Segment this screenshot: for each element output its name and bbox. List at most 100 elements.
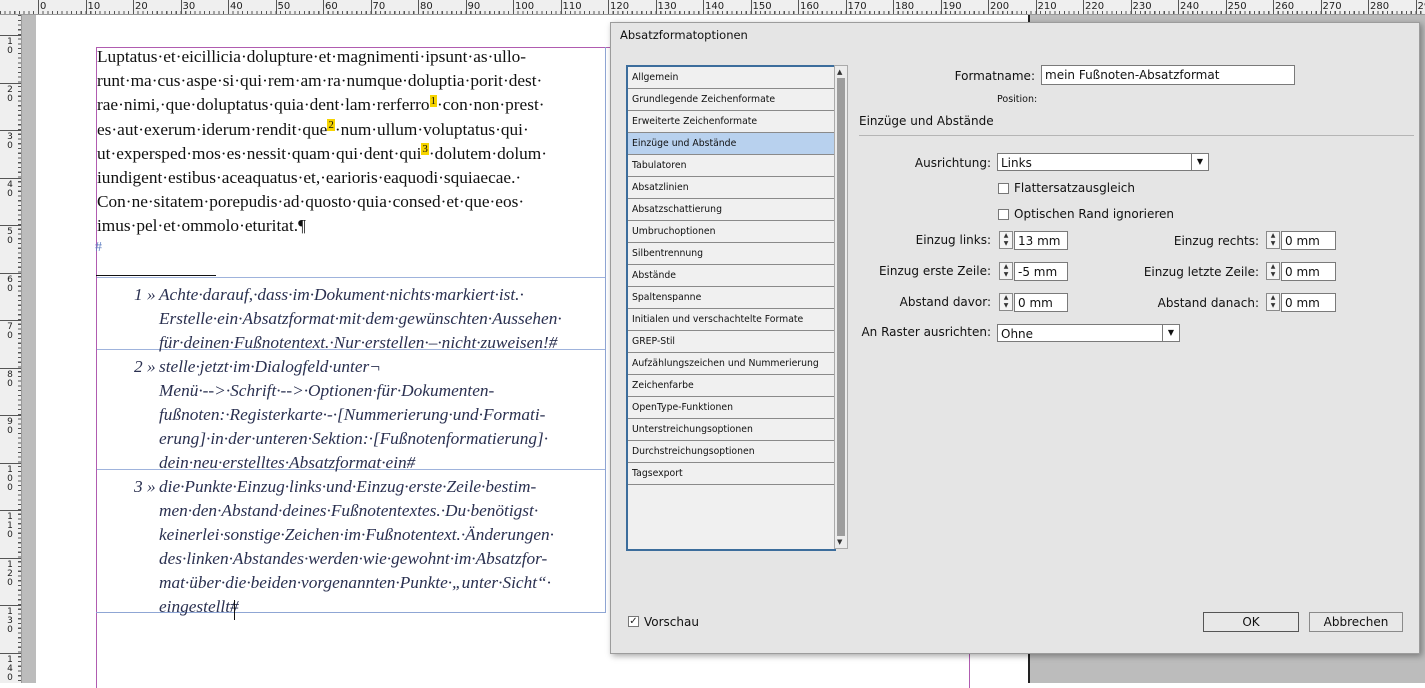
category-item[interactable]: Abstände: [628, 265, 836, 287]
footnote[interactable]: 2 »stelle·jetzt·im·Dialogfeld·unter¬Menü…: [97, 355, 607, 475]
footnote-line: fußnoten:·Registerkarte·-·[Nummerierung·…: [159, 403, 607, 427]
ruler-label: 290: [1418, 1, 1425, 12]
pasteboard-left: [22, 15, 36, 683]
ruler-major-tick: [0, 463, 21, 464]
ausrichtung-select[interactable]: Links▼: [997, 153, 1209, 171]
einzug-erste-label: Einzug erste Zeile:: [879, 264, 991, 278]
category-item[interactable]: Spaltenspanne: [628, 287, 836, 309]
ruler-label: 70: [373, 1, 386, 12]
einzug-letzte-spinner[interactable]: ▲▼: [1266, 262, 1280, 280]
ruler-major-tick: [0, 605, 21, 606]
category-item[interactable]: Initialen und verschachtelte Formate: [628, 309, 836, 331]
footnote-line: für·deinen·Fußnotentext.·Nur·erstellen·–…: [159, 331, 607, 355]
abstand-davor-input[interactable]: 0 mm: [1014, 293, 1068, 312]
ruler-major-tick: [133, 0, 134, 14]
einzug-letzte-input[interactable]: 0 mm: [1281, 262, 1336, 281]
ruler-label: 170: [848, 1, 867, 12]
ruler-label: 220: [1085, 1, 1104, 12]
einzug-erste-input[interactable]: -5 mm: [1014, 262, 1068, 281]
ruler-major-tick: [86, 0, 87, 14]
category-item[interactable]: Zeichenfarbe: [628, 375, 836, 397]
abstand-danach-spinner[interactable]: ▲▼: [1266, 293, 1280, 311]
footnote-number: 3 »: [134, 475, 156, 499]
category-item[interactable]: GREP-Stil: [628, 331, 836, 353]
footnote[interactable]: 3 »die·Punkte·Einzug·links·und·Einzug·er…: [97, 475, 607, 619]
category-item[interactable]: Silbentrennung: [628, 243, 836, 265]
ruler-label: 80: [420, 1, 433, 12]
cancel-button[interactable]: Abbrechen: [1309, 612, 1403, 632]
body-line: runt·ma·cus·aspe·si·qui·rem·am·ra·numque…: [97, 69, 607, 93]
category-item[interactable]: Tabulatoren: [628, 155, 836, 177]
ruler-major-tick: [323, 0, 324, 14]
category-list[interactable]: AllgemeinGrundlegende ZeichenformateErwe…: [626, 65, 836, 551]
abstand-danach-input[interactable]: 0 mm: [1281, 293, 1336, 312]
category-item[interactable]: Allgemein: [628, 67, 836, 89]
ruler-major-tick: [0, 83, 21, 84]
ruler-label: 50: [6, 228, 14, 246]
ok-button[interactable]: OK: [1203, 612, 1299, 632]
ruler-major-tick: [418, 0, 419, 14]
category-item[interactable]: Aufzählungszeichen und Nummerierung: [628, 353, 836, 375]
footnote[interactable]: 1 »Achte·darauf,·dass·im·Dokument·nichts…: [97, 283, 607, 355]
ruler-major-tick: [0, 273, 21, 274]
raster-select[interactable]: Ohne▼: [997, 324, 1180, 342]
ruler-label: 40: [6, 181, 14, 199]
category-item[interactable]: OpenType-Funktionen: [628, 397, 836, 419]
einzug-links-spinner[interactable]: ▲▼: [999, 231, 1013, 249]
category-item[interactable]: Absatzlinien: [628, 177, 836, 199]
category-item[interactable]: Durchstreichungsoptionen: [628, 441, 836, 463]
ruler-major-tick: [1273, 0, 1274, 14]
footnote-marker[interactable]: 2: [327, 119, 335, 131]
flattersatz-label: Flattersatzausgleich: [1014, 181, 1135, 195]
ruler-label: 130: [658, 1, 677, 12]
category-item[interactable]: Tagsexport: [628, 463, 836, 485]
ruler-major-tick: [181, 0, 182, 14]
ruler-label: 180: [895, 1, 914, 12]
category-scrollbar[interactable]: ▲ ▼: [834, 65, 848, 549]
ruler-label: 150: [753, 1, 772, 12]
ruler-label: 90: [468, 1, 481, 12]
abstand-davor-spinner[interactable]: ▲▼: [999, 293, 1013, 311]
category-item[interactable]: Erweiterte Zeichenformate: [628, 111, 836, 133]
body-line: ut·expersped·mos·es·nessit·quam·qui·dent…: [97, 142, 607, 166]
ruler-label: 80: [6, 371, 14, 389]
dialog-title: Absatzformatoptionen: [620, 28, 748, 42]
body-line: Con·ne·sitatem·porepudis·ad·quosto·quia·…: [97, 190, 607, 214]
footnote-marker[interactable]: 3: [421, 143, 429, 155]
footnote-number: 2 »: [134, 355, 156, 379]
ruler-major-tick: [38, 0, 39, 14]
optischer-rand-checkbox[interactable]: [998, 209, 1009, 220]
footnote-line: keinerlei·sonstige·Zeichen·im·Fußnotente…: [159, 523, 607, 547]
category-item[interactable]: Unterstreichungsoptionen: [628, 419, 836, 441]
ruler-major-tick: [0, 130, 21, 131]
ruler-major-tick: [1178, 0, 1179, 14]
formatname-label: Formatname:: [955, 69, 1035, 83]
footnote-marker[interactable]: 1: [430, 95, 438, 107]
ruler-major-tick: [1036, 0, 1037, 14]
einzug-rechts-input[interactable]: 0 mm: [1281, 231, 1336, 250]
vorschau-checkbox[interactable]: ✓: [628, 616, 639, 627]
scroll-down-icon[interactable]: ▼: [837, 538, 842, 546]
ruler-label: 40: [230, 1, 243, 12]
flattersatz-checkbox[interactable]: [998, 183, 1009, 194]
footnote-line: stelle·jetzt·im·Dialogfeld·unter¬: [159, 355, 607, 379]
category-item[interactable]: Einzüge und Abstände: [628, 133, 836, 155]
einzug-erste-spinner[interactable]: ▲▼: [999, 262, 1013, 280]
ruler-major-tick: [371, 0, 372, 14]
body-text[interactable]: Luptatus·et·eicillicia·dolupture·et·magn…: [97, 45, 607, 239]
footnote-area[interactable]: 1 »Achte·darauf,·dass·im·Dokument·nichts…: [97, 283, 607, 619]
formatname-input[interactable]: mein Fußnoten-Absatzformat: [1041, 65, 1295, 85]
category-item[interactable]: Grundlegende Zeichenformate: [628, 89, 836, 111]
ruler-label: 10: [6, 38, 14, 56]
scroll-thumb[interactable]: [837, 78, 845, 536]
footnote-line: eingestellt#: [159, 595, 607, 619]
scroll-up-icon[interactable]: ▲: [837, 68, 842, 76]
category-item[interactable]: Absatzschattierung: [628, 199, 836, 221]
einzug-links-input[interactable]: 13 mm: [1014, 231, 1068, 250]
ruler-label: 120: [6, 561, 14, 588]
einzug-rechts-spinner[interactable]: ▲▼: [1266, 231, 1280, 249]
ruler-major-tick: [0, 558, 21, 559]
category-item[interactable]: Umbruchoptionen: [628, 221, 836, 243]
ruler-label: 0: [40, 1, 46, 12]
ruler-label: 230: [1133, 1, 1152, 12]
